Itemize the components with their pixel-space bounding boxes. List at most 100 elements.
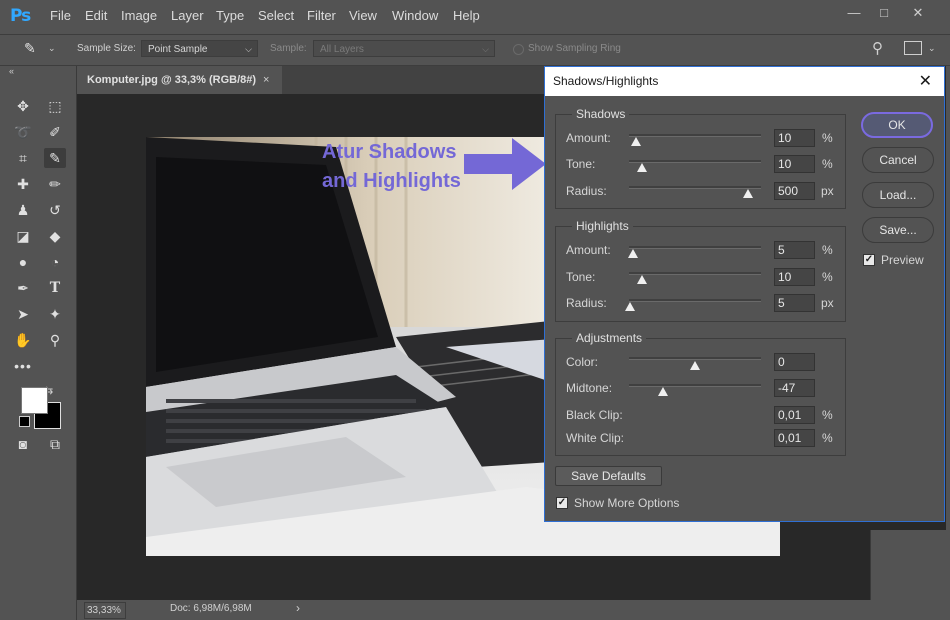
document-tab[interactable]: Komputer.jpg @ 33,3% (RGB/8#) × — [77, 66, 282, 94]
paint-bucket-icon[interactable]: ◆ — [44, 226, 66, 246]
zoom-tool-icon[interactable]: ⚲ — [44, 330, 66, 350]
shadows-amount-label: Amount: — [566, 131, 611, 145]
midtone-thumb[interactable] — [658, 387, 669, 396]
menu-file[interactable]: File — [50, 8, 71, 23]
shadows-amount-thumb[interactable] — [630, 137, 641, 146]
minimize-icon[interactable]: — — [840, 3, 868, 23]
foreground-color-swatch[interactable] — [21, 387, 48, 414]
collapse-panel-icon[interactable]: « — [9, 66, 14, 76]
zoom-level[interactable]: 33,33% — [84, 602, 126, 619]
type-tool-icon[interactable]: T — [44, 278, 66, 298]
shadows-tone-label: Tone: — [566, 157, 596, 171]
shadows-amount-slider[interactable] — [629, 134, 761, 137]
highlights-title: Highlights — [572, 219, 633, 233]
status-menu-arrow-icon[interactable]: › — [296, 601, 300, 615]
sample-size-label: Sample Size: — [77, 43, 136, 54]
quick-mask-icon[interactable]: ◙ — [12, 434, 34, 454]
highlights-amount-slider[interactable] — [629, 246, 761, 249]
close-tab-icon[interactable]: × — [263, 66, 269, 94]
marquee-tool-icon[interactable]: ⬚ — [44, 96, 66, 116]
preview-checkbox[interactable]: ✓ — [863, 254, 875, 266]
more-tools-icon[interactable]: ••• — [12, 356, 34, 376]
document-size: Doc: 6,98M/6,98M — [170, 603, 252, 614]
load-button[interactable]: Load... — [862, 182, 934, 208]
quick-selection-icon[interactable]: ✐ — [44, 122, 66, 142]
shadows-radius-thumb[interactable] — [742, 189, 753, 198]
white-clip-input[interactable]: 0,01 — [774, 429, 815, 447]
dialog-title-bar[interactable]: Shadows/Highlights — [545, 67, 944, 96]
chevron-down-icon[interactable]: ⌄ — [48, 43, 56, 54]
midtone-label: Midtone: — [566, 381, 613, 395]
color-input[interactable]: 0 — [774, 353, 815, 371]
highlights-radius-thumb[interactable] — [625, 302, 636, 311]
hand-tool-icon[interactable]: ✋ — [12, 330, 34, 350]
move-tool-icon[interactable]: ✥ — [12, 96, 34, 116]
sampling-ring-checkbox[interactable] — [513, 44, 524, 55]
path-selection-icon[interactable]: ➤ — [12, 304, 34, 324]
crop-tool-icon[interactable]: ⌗ — [12, 148, 34, 168]
highlights-amount-input[interactable]: 5 — [774, 241, 815, 259]
shadows-amount-unit: % — [822, 131, 833, 145]
highlights-amount-thumb[interactable] — [627, 249, 638, 258]
menu-type[interactable]: Type — [216, 8, 244, 23]
sample-select[interactable]: All Layers ⌵ — [313, 40, 495, 57]
eyedropper-tool-icon[interactable]: ✎ — [44, 148, 66, 168]
chevron-down-icon[interactable]: ⌄ — [928, 43, 936, 54]
history-brush-icon[interactable]: ↺ — [44, 200, 66, 220]
black-clip-label: Black Clip: — [566, 408, 623, 422]
save-defaults-button[interactable]: Save Defaults — [555, 466, 662, 486]
highlights-tone-input[interactable]: 10 — [774, 268, 815, 286]
shape-tool-icon[interactable]: ✦ — [44, 304, 66, 324]
shadows-tone-slider[interactable] — [629, 160, 761, 163]
shadows-radius-input[interactable]: 500 — [774, 182, 815, 200]
close-window-icon[interactable]: ✕ — [904, 3, 932, 23]
highlights-radius-input[interactable]: 5 — [774, 294, 815, 312]
highlights-tone-slider[interactable] — [629, 272, 761, 275]
shadows-radius-slider[interactable] — [629, 186, 761, 189]
menu-view[interactable]: View — [349, 8, 377, 23]
eraser-tool-icon[interactable]: ◪ — [12, 226, 34, 246]
highlights-radius-slider[interactable] — [629, 299, 761, 302]
shadows-tone-input[interactable]: 10 — [774, 155, 815, 173]
sample-size-select[interactable]: Point Sample ⌵ — [141, 40, 258, 57]
chevron-down-icon: ⌵ — [482, 44, 489, 54]
midtone-slider[interactable] — [629, 384, 761, 387]
midtone-input[interactable]: -47 — [774, 379, 815, 397]
color-thumb[interactable] — [690, 361, 700, 370]
menu-select[interactable]: Select — [258, 8, 294, 23]
maximize-icon[interactable]: □ — [870, 3, 898, 23]
highlights-tone-thumb[interactable] — [637, 275, 648, 284]
menu-image[interactable]: Image — [121, 8, 157, 23]
shadows-tone-thumb[interactable] — [637, 163, 648, 172]
cancel-button[interactable]: Cancel — [862, 147, 934, 173]
blur-tool-icon[interactable]: ● — [12, 252, 34, 272]
dodge-tool-icon[interactable]: ◔ — [44, 252, 66, 272]
menu-window[interactable]: Window — [392, 8, 438, 23]
shadows-tone-unit: % — [822, 157, 833, 171]
default-colors-icon[interactable] — [19, 416, 30, 427]
close-dialog-icon[interactable]: ✕ — [919, 67, 932, 96]
menu-edit[interactable]: Edit — [85, 8, 107, 23]
menu-layer[interactable]: Layer — [171, 8, 204, 23]
screen-mode-icon[interactable]: ⧉ — [44, 434, 66, 454]
save-button[interactable]: Save... — [862, 217, 934, 243]
workspace-icon[interactable] — [904, 41, 922, 55]
brush-tool-icon[interactable]: ✏ — [44, 174, 66, 194]
shadows-highlights-dialog: Shadows/Highlights ✕ Shadows Amount: 10 … — [544, 66, 945, 522]
shadows-amount-input[interactable]: 10 — [774, 129, 815, 147]
black-clip-input[interactable]: 0,01 — [774, 406, 815, 424]
eyedropper-preset-icon[interactable]: ✎ — [24, 40, 36, 57]
chevron-down-icon: ⌵ — [245, 44, 252, 54]
ok-button[interactable]: OK — [861, 112, 933, 138]
search-icon[interactable]: ⚲ — [872, 39, 883, 57]
menu-filter[interactable]: Filter — [307, 8, 336, 23]
color-label: Color: — [566, 355, 599, 369]
healing-brush-icon[interactable]: ✚ — [12, 174, 34, 194]
clone-stamp-icon[interactable]: ♟ — [12, 200, 34, 220]
color-slider[interactable] — [629, 357, 761, 360]
menu-help[interactable]: Help — [453, 8, 480, 23]
lasso-tool-icon[interactable]: ➰ — [12, 122, 34, 142]
pen-tool-icon[interactable]: ✒ — [12, 278, 34, 298]
show-more-options-checkbox[interactable]: ✓ — [556, 497, 568, 509]
highlights-radius-label: Radius: — [566, 296, 607, 310]
